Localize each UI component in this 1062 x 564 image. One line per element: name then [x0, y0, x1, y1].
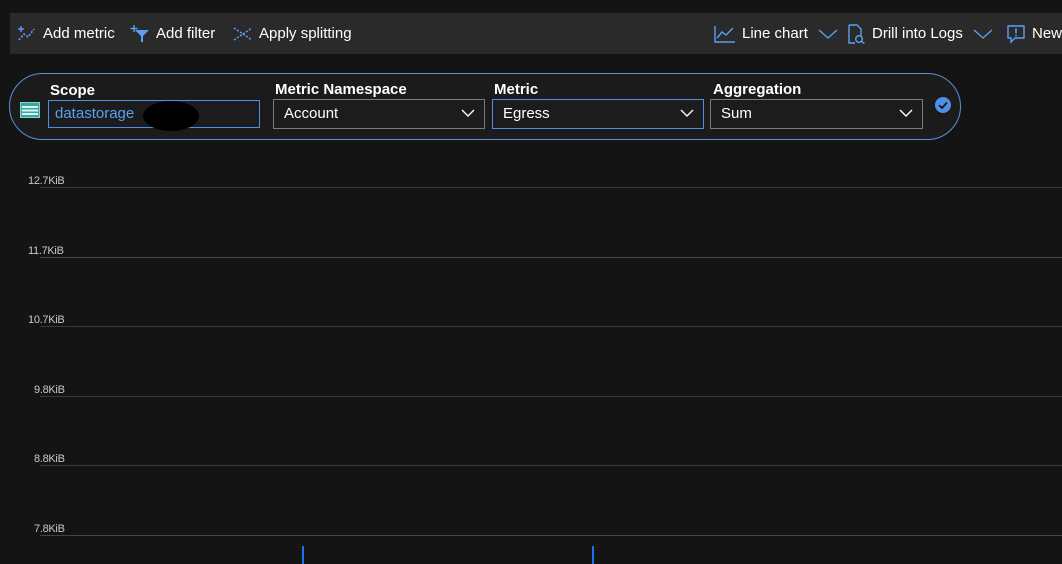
gridline [40, 465, 1062, 466]
aggregation-select[interactable]: Sum [710, 99, 923, 129]
chevron-down-icon [899, 109, 913, 117]
data-marker [592, 546, 594, 564]
new-alert-rule-button[interactable]: New [1006, 13, 1062, 54]
chevron-down-icon [461, 109, 475, 117]
drill-into-logs-dropdown[interactable]: Drill into Logs [846, 13, 993, 54]
add-metric-icon [18, 25, 35, 41]
y-axis-tick: 9.8KiB [34, 384, 65, 396]
metric-label: Metric [494, 81, 539, 98]
apply-splitting-label: Apply splitting [259, 25, 352, 42]
scope-label: Scope [50, 82, 96, 99]
line-chart-label: Line chart [742, 25, 808, 42]
metric-namespace-label: Metric Namespace [275, 81, 407, 98]
add-filter-label: Add filter [156, 25, 216, 42]
metric-value: Egress [503, 105, 550, 122]
new-alert-rule-label: New [1032, 25, 1062, 42]
gridline [40, 326, 1062, 327]
drill-into-logs-label: Drill into Logs [872, 25, 963, 42]
gridline [40, 396, 1062, 397]
chevron-down-icon [680, 109, 694, 117]
scope-value: datastorage [55, 105, 135, 122]
metric-namespace-select[interactable]: Account [273, 99, 485, 129]
y-axis-tick: 10.7KiB [28, 314, 65, 326]
y-axis-tick: 8.8KiB [34, 453, 65, 465]
metric-namespace-value: Account [284, 105, 339, 122]
redaction-mark [143, 101, 199, 131]
apply-splitting-button[interactable]: Apply splitting [233, 13, 352, 54]
metric-chart: 12.7KiB 11.7KiB 10.7KiB 9.8KiB 8.8KiB 7.… [0, 160, 1062, 564]
aggregation-label: Aggregation [713, 81, 802, 98]
filter-icon [130, 24, 149, 42]
splitting-icon [233, 26, 253, 41]
chevron-down-icon [973, 28, 993, 39]
chevron-down-icon [818, 28, 838, 39]
add-metric-button[interactable]: Add metric [17, 13, 115, 54]
aggregation-value: Sum [721, 105, 752, 122]
logs-icon [848, 23, 865, 44]
add-filter-button[interactable]: Add filter [130, 13, 215, 54]
storage-account-icon [20, 102, 40, 118]
command-toolbar: Add metric Add filter Apply splitting Li… [10, 13, 1062, 54]
line-chart-icon [714, 25, 735, 43]
y-axis-tick: 7.8KiB [34, 523, 65, 535]
line-chart-dropdown[interactable]: Line chart [714, 13, 838, 54]
metric-select[interactable]: Egress [492, 99, 704, 129]
gridline [40, 187, 1062, 188]
y-axis-tick: 11.7KiB [28, 245, 64, 257]
add-metric-label: Add metric [43, 25, 115, 42]
gridline [40, 257, 1062, 258]
alert-icon [1007, 24, 1025, 44]
checkmark-icon[interactable] [935, 97, 951, 113]
metric-selector-bar: Scope datastorage Metric Namespace Accou… [9, 73, 961, 140]
gridline [40, 535, 1062, 536]
data-marker [302, 546, 304, 564]
y-axis-tick: 12.7KiB [28, 175, 65, 187]
